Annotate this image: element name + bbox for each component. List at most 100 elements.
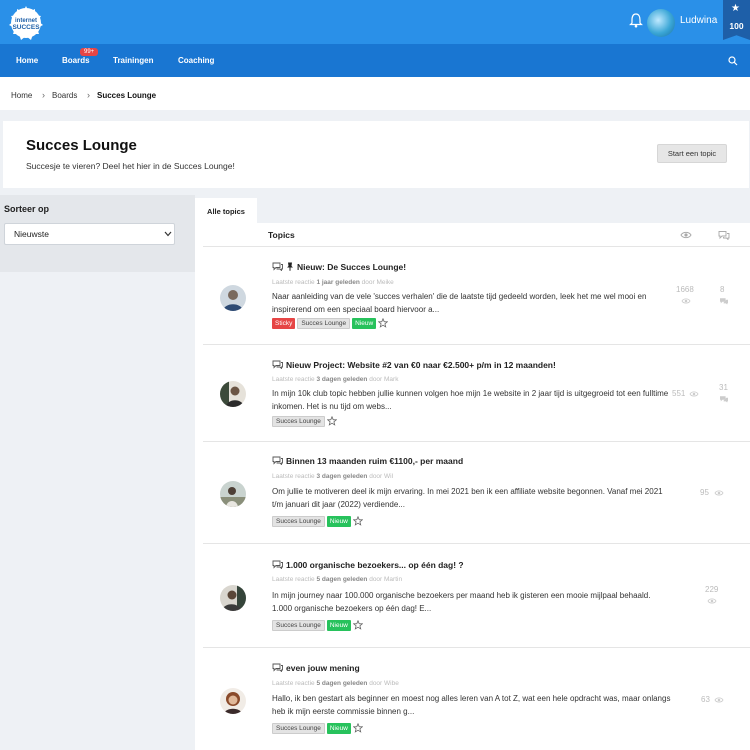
tab-all-topics[interactable]: Alle topics [195,198,257,223]
topic-title[interactable]: Nieuw Project: Website #2 van €0 naar €2… [272,360,556,370]
meta-author: door Wil [369,473,394,480]
nav-home[interactable]: Home [16,56,38,65]
column-header-topics: Topics [268,230,295,240]
topic-author-avatar[interactable] [220,585,246,611]
bell-icon[interactable] [629,12,643,28]
meta-author: door Martin [369,576,403,583]
topic-tags: Succes Lounge Nieuw [272,620,363,632]
user-name[interactable]: Ludwina [680,15,717,26]
start-topic-button[interactable]: Start een topic [657,144,727,163]
chat-icon [272,663,283,672]
board-header [3,121,749,188]
breadcrumb-separator: › [42,90,45,100]
nav-boards[interactable]: Boards [62,56,90,65]
topic-replies: 8 [720,285,725,294]
star-outline-icon[interactable] [352,516,363,526]
star-outline-icon[interactable] [326,416,337,426]
topic-title-text[interactable]: Binnen 13 maanden ruim €1100,- per maand [286,456,463,466]
tag-category[interactable]: Succes Lounge [272,416,325,427]
meta-prefix: Laatste reactie [272,376,315,383]
topic-title-text[interactable]: Nieuw: De Succes Lounge! [297,262,406,272]
topic-views: 551 [672,389,686,398]
topic-author-avatar[interactable] [220,285,246,311]
topic-views: 229 [705,585,719,594]
tag-new[interactable]: Nieuw [326,723,351,734]
comments-icon [720,396,728,403]
topic-author-avatar[interactable] [220,481,246,507]
topic-excerpt: Hallo, ik ben gestart als beginner en mo… [272,694,671,716]
star-outline-icon[interactable] [378,318,389,328]
divider [203,344,750,345]
topic-tags: Succes Lounge [272,416,337,428]
topic-tags: Succes Lounge Nieuw [272,516,363,528]
tag-category[interactable]: Succes Lounge [272,620,325,631]
meta-prefix: Laatste reactie [272,576,315,583]
eye-icon [714,490,724,496]
meta-prefix: Laatste reactie [272,680,315,687]
topic-excerpt: In mijn 10k club topic hebben jullie kun… [272,389,669,411]
meta-time: 1 jaar geleden [316,279,360,286]
topic-title[interactable]: Nieuw: De Succes Lounge! [272,262,406,272]
topic-excerpt: In mijn journey naar 100.000 organische … [272,591,651,613]
tag-sticky[interactable]: Sticky [272,318,296,329]
svg-text:SUCCES: SUCCES [12,24,40,31]
star-icon: ★ [731,3,740,14]
topic-meta: Laatste reactie 5 dagen geleden door Wib… [272,680,399,687]
topic-views: 63 [701,695,710,704]
topic-author-avatar[interactable] [220,688,246,714]
tag-new[interactable]: Nieuw [352,318,377,329]
star-outline-icon[interactable] [352,723,363,733]
sort-select-value[interactable]: Nieuwste [14,229,49,239]
nav-trainingen[interactable]: Trainingen [113,56,153,65]
breadcrumb-separator: › [87,90,90,100]
meta-prefix: Laatste reactie [272,279,315,286]
eye-icon [689,391,699,397]
topic-meta: Laatste reactie 3 dagen geleden door Wil [272,473,393,480]
divider [203,647,750,648]
pin-icon [287,262,293,271]
topic-tags: Succes Lounge Nieuw [272,723,363,735]
breadcrumb-home[interactable]: Home [11,91,32,100]
meta-author: door Wibe [369,680,399,687]
sort-label: Sorteer op [4,204,50,214]
topic-title-text[interactable]: 1.000 organische bezoekers... op één dag… [286,560,464,570]
tag-new[interactable]: Nieuw [326,620,351,631]
comments-icon [720,298,728,305]
site-logo[interactable]: internet SUCCES [6,4,46,40]
meta-time: 5 dagen geleden [316,576,368,583]
divider [203,441,750,442]
topic-meta: Laatste reactie 1 jaar geleden door Meik… [272,279,394,286]
comments-icon [718,231,730,240]
topic-title-text[interactable]: even jouw mening [286,663,360,673]
tag-new[interactable]: Nieuw [326,516,351,527]
nav-coaching[interactable]: Coaching [178,56,214,65]
meta-prefix: Laatste reactie [272,473,315,480]
topic-title[interactable]: 1.000 organische bezoekers... op één dag… [272,560,464,570]
meta-author: door Meike [361,279,394,286]
meta-author: door Mark [369,376,399,383]
star-outline-icon[interactable] [352,620,363,630]
topic-title[interactable]: even jouw mening [272,663,360,673]
chat-icon [272,560,283,569]
tag-category[interactable]: Succes Lounge [297,318,351,329]
chat-icon [272,456,283,465]
boards-badge: 99+ [80,48,99,56]
breadcrumb-boards[interactable]: Boards [52,91,77,100]
user-avatar[interactable] [647,9,675,37]
topic-meta: Laatste reactie 3 dagen geleden door Mar… [272,376,398,383]
topic-title[interactable]: Binnen 13 maanden ruim €1100,- per maand [272,456,463,466]
search-icon[interactable] [728,56,738,66]
topic-views: 95 [700,488,709,497]
user-score: 100 [729,21,744,31]
meta-time: 3 dagen geleden [316,473,368,480]
topic-meta: Laatste reactie 5 dagen geleden door Mar… [272,576,402,583]
tag-category[interactable]: Succes Lounge [272,723,325,734]
page-title: Succes Lounge [26,137,137,154]
user-score-ribbon: ★ 100 [723,0,750,40]
topic-title-text[interactable]: Nieuw Project: Website #2 van €0 naar €2… [286,360,556,370]
topic-author-avatar[interactable] [220,381,246,407]
tag-category[interactable]: Succes Lounge [272,516,325,527]
eye-icon [714,697,724,703]
divider [203,246,750,247]
page-subtitle: Succesje te vieren? Deel het hier in de … [26,161,235,171]
